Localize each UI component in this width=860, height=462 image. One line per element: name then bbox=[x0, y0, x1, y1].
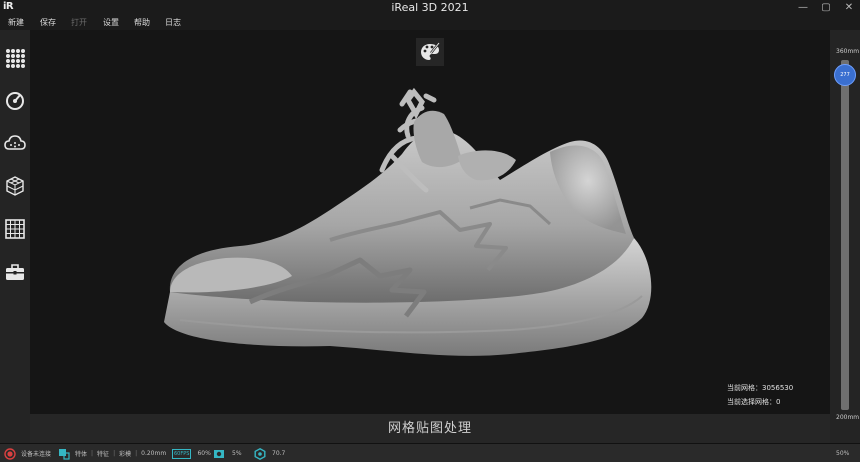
fps-status: 60FPS 60% bbox=[172, 444, 211, 462]
mesh-cube-button[interactable] bbox=[4, 175, 26, 197]
camera-value: 5% bbox=[232, 450, 242, 457]
depth-slider-panel: 360mm 277 200mm bbox=[830, 30, 860, 443]
selected-mesh-stat: 当前选择网格：0 bbox=[727, 395, 793, 409]
depth-slider-thumb[interactable]: 277 bbox=[834, 64, 856, 86]
grid-mesh-button[interactable] bbox=[4, 218, 26, 240]
maximize-button[interactable]: ▢ bbox=[815, 0, 837, 16]
menu-save[interactable]: 保存 bbox=[40, 17, 56, 28]
scan-dial-button[interactable] bbox=[4, 90, 26, 112]
camera-icon bbox=[213, 448, 225, 460]
zoom-status: 50% bbox=[836, 444, 849, 462]
grid-mesh-icon bbox=[5, 219, 25, 239]
current-mesh-value: 3056530 bbox=[762, 384, 794, 392]
menu-help[interactable]: 帮助 bbox=[134, 17, 150, 28]
depth-slider-track[interactable] bbox=[841, 60, 849, 410]
toolbox-icon bbox=[6, 264, 24, 280]
scan-mode-status[interactable]: 特体 | 特征 | 彩模 | 0.20mm bbox=[58, 444, 166, 462]
mode-c: 彩模 bbox=[119, 451, 132, 458]
temperature-status: 70.7 bbox=[254, 444, 285, 462]
menu-open[interactable]: 打开 bbox=[71, 17, 87, 28]
mode-b: 特征 bbox=[97, 451, 110, 458]
mode-a: 特体 bbox=[75, 451, 88, 458]
minimize-button[interactable]: — bbox=[792, 0, 814, 16]
device-status-icon bbox=[4, 447, 16, 460]
slider-min-label: 200mm bbox=[836, 414, 860, 421]
point-cloud-button[interactable] bbox=[4, 132, 26, 154]
selected-mesh-label: 当前选择网格： bbox=[727, 398, 776, 406]
camera-status: 5% bbox=[213, 444, 242, 462]
status-bar: 设备未连接 特体 | 特征 | 彩模 | 0.20mm 60FPS 60% 5%… bbox=[0, 443, 860, 462]
dots-grid-button[interactable] bbox=[4, 47, 26, 69]
hex-sensor-icon bbox=[254, 447, 266, 460]
scan-dial-icon bbox=[6, 92, 24, 110]
zoom-value: 50% bbox=[836, 450, 850, 457]
window-title: iReal 3D 2021 bbox=[391, 1, 469, 14]
left-toolbar bbox=[0, 30, 30, 443]
current-mesh-label: 当前网格： bbox=[727, 384, 762, 392]
3d-viewport[interactable]: 当前网格：3056530 当前选择网格：0 bbox=[30, 30, 830, 414]
resolution-value: 0.20mm bbox=[141, 450, 167, 457]
dots-grid-icon bbox=[6, 49, 25, 68]
close-button[interactable]: ✕ bbox=[838, 0, 860, 16]
menu-settings[interactable]: 设置 bbox=[103, 17, 119, 28]
menu-bar: 新建 保存 打开 设置 帮助 日志 bbox=[0, 16, 860, 30]
fps-value: 60% bbox=[197, 450, 211, 457]
menu-new[interactable]: 新建 bbox=[8, 17, 24, 28]
temperature-value: 70.7 bbox=[272, 450, 286, 457]
shoe-model[interactable] bbox=[30, 30, 830, 414]
menu-log[interactable]: 日志 bbox=[165, 17, 181, 28]
title-bar: iR iReal 3D 2021 — ▢ ✕ bbox=[0, 0, 860, 16]
device-status-text: 设备未连接 bbox=[21, 451, 52, 458]
cloud-points-icon bbox=[4, 135, 26, 150]
device-status[interactable]: 设备未连接 bbox=[4, 444, 51, 462]
toolbox-button[interactable] bbox=[4, 261, 26, 283]
slider-max-label: 360mm bbox=[836, 48, 860, 55]
mesh-stats: 当前网格：3056530 当前选择网格：0 bbox=[727, 381, 793, 409]
selected-mesh-value: 0 bbox=[776, 398, 781, 406]
fps-badge: 60FPS bbox=[172, 448, 192, 459]
process-label: 网格贴图处理 bbox=[387, 421, 472, 436]
current-mesh-stat: 当前网格：3056530 bbox=[727, 381, 793, 395]
process-strip: 网格贴图处理 bbox=[30, 414, 830, 443]
mesh-cube-icon bbox=[6, 176, 24, 196]
scan-mode-icon bbox=[58, 448, 70, 460]
